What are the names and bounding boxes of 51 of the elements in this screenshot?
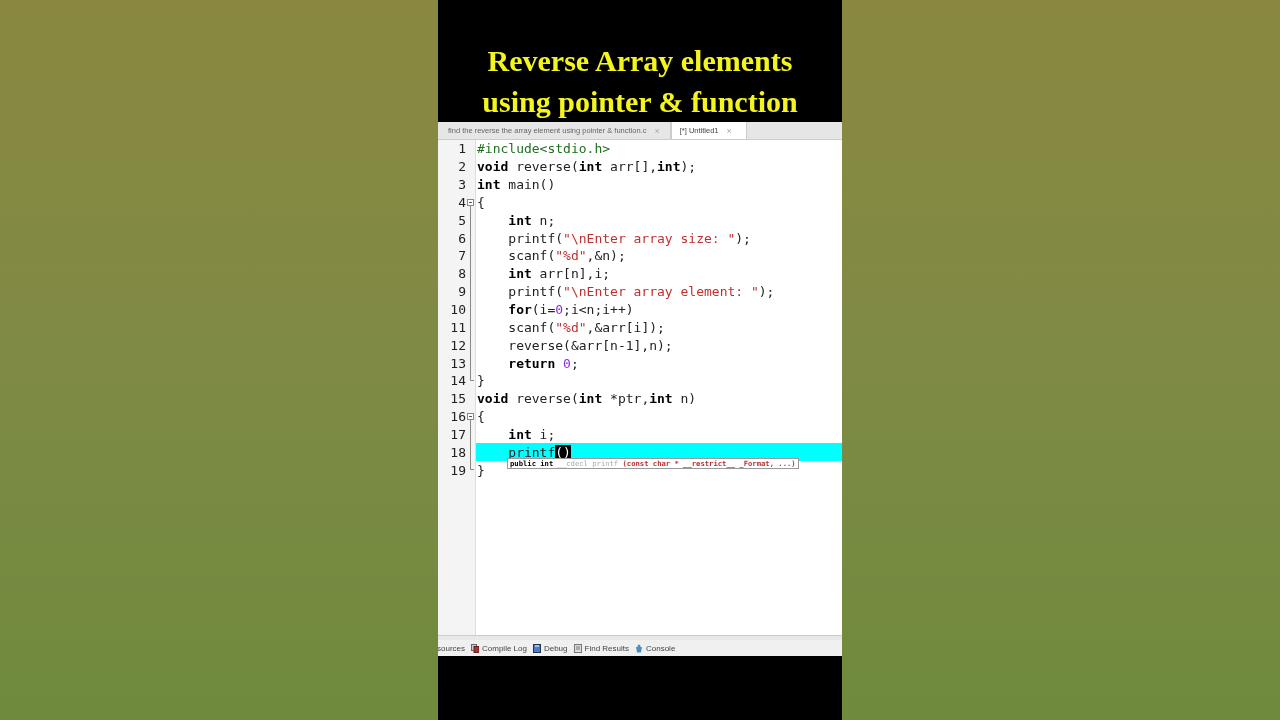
book-icon	[532, 643, 541, 653]
line-number: 10	[450, 302, 467, 317]
code-line: int n;	[507, 212, 556, 228]
code-line: int arr[n],i;	[507, 266, 611, 282]
panel-tab[interactable]: Find Results	[573, 643, 629, 653]
code-line: }	[477, 373, 485, 389]
line-number: 16	[450, 409, 467, 425]
line-number: 13	[450, 355, 467, 371]
panel-tab[interactable]: Debug	[532, 643, 568, 653]
code-line: return 0;	[507, 355, 579, 371]
panel-tab[interactable]: Console	[635, 643, 676, 653]
title-text: using pointer & function	[482, 84, 798, 120]
line-number: 15	[450, 391, 467, 407]
line-number: 11	[450, 319, 467, 335]
panel-tab[interactable]: sources	[438, 643, 465, 653]
page-icon	[573, 643, 582, 653]
code-line: #include<stdio.h>	[477, 141, 611, 157]
line-number: 4	[458, 194, 467, 210]
code-line: printf("\nEnter array element: ");	[507, 284, 775, 300]
fold-end-icon	[470, 461, 474, 471]
line-number: 9	[458, 284, 467, 300]
line-number: 1	[458, 141, 467, 157]
code-line: {	[477, 194, 485, 210]
code-line: int i;	[507, 426, 556, 442]
code-line: printf()	[507, 444, 571, 460]
documents-icon	[471, 643, 479, 653]
code-line: for(i=0;i<n;i++)	[507, 302, 634, 317]
line-number: 5	[458, 212, 467, 228]
fold-end-icon	[470, 371, 474, 381]
line-number: 14	[450, 373, 467, 389]
line-number: 2	[458, 159, 467, 175]
line-number: 6	[458, 230, 467, 246]
code-line: int main()	[477, 177, 556, 193]
line-number: 3	[458, 177, 467, 193]
line-number: 17	[450, 426, 467, 442]
code-line: scanf("%d",&arr[i]);	[507, 319, 665, 335]
title-text: Reverse Array elements	[487, 43, 793, 79]
code-line: printf("\nEnter array size: ");	[507, 230, 751, 246]
bucket-icon	[635, 643, 643, 653]
line-number: 18	[450, 444, 467, 460]
code-line: void reverse(int arr[],int);	[477, 159, 697, 175]
line-number: 8	[458, 266, 467, 282]
code-line: }	[477, 462, 485, 478]
line-number: 12	[450, 337, 467, 353]
line-number: 19	[450, 462, 467, 478]
panel-tab[interactable]: Compile Log	[471, 643, 527, 653]
code-line: {	[477, 409, 485, 425]
code-line: scanf("%d",&n);	[507, 248, 626, 264]
line-number: 7	[458, 248, 467, 264]
code-line: reverse(&arr[n-1],n);	[507, 337, 673, 353]
code-line: void reverse(int *ptr,int n)	[477, 391, 697, 407]
